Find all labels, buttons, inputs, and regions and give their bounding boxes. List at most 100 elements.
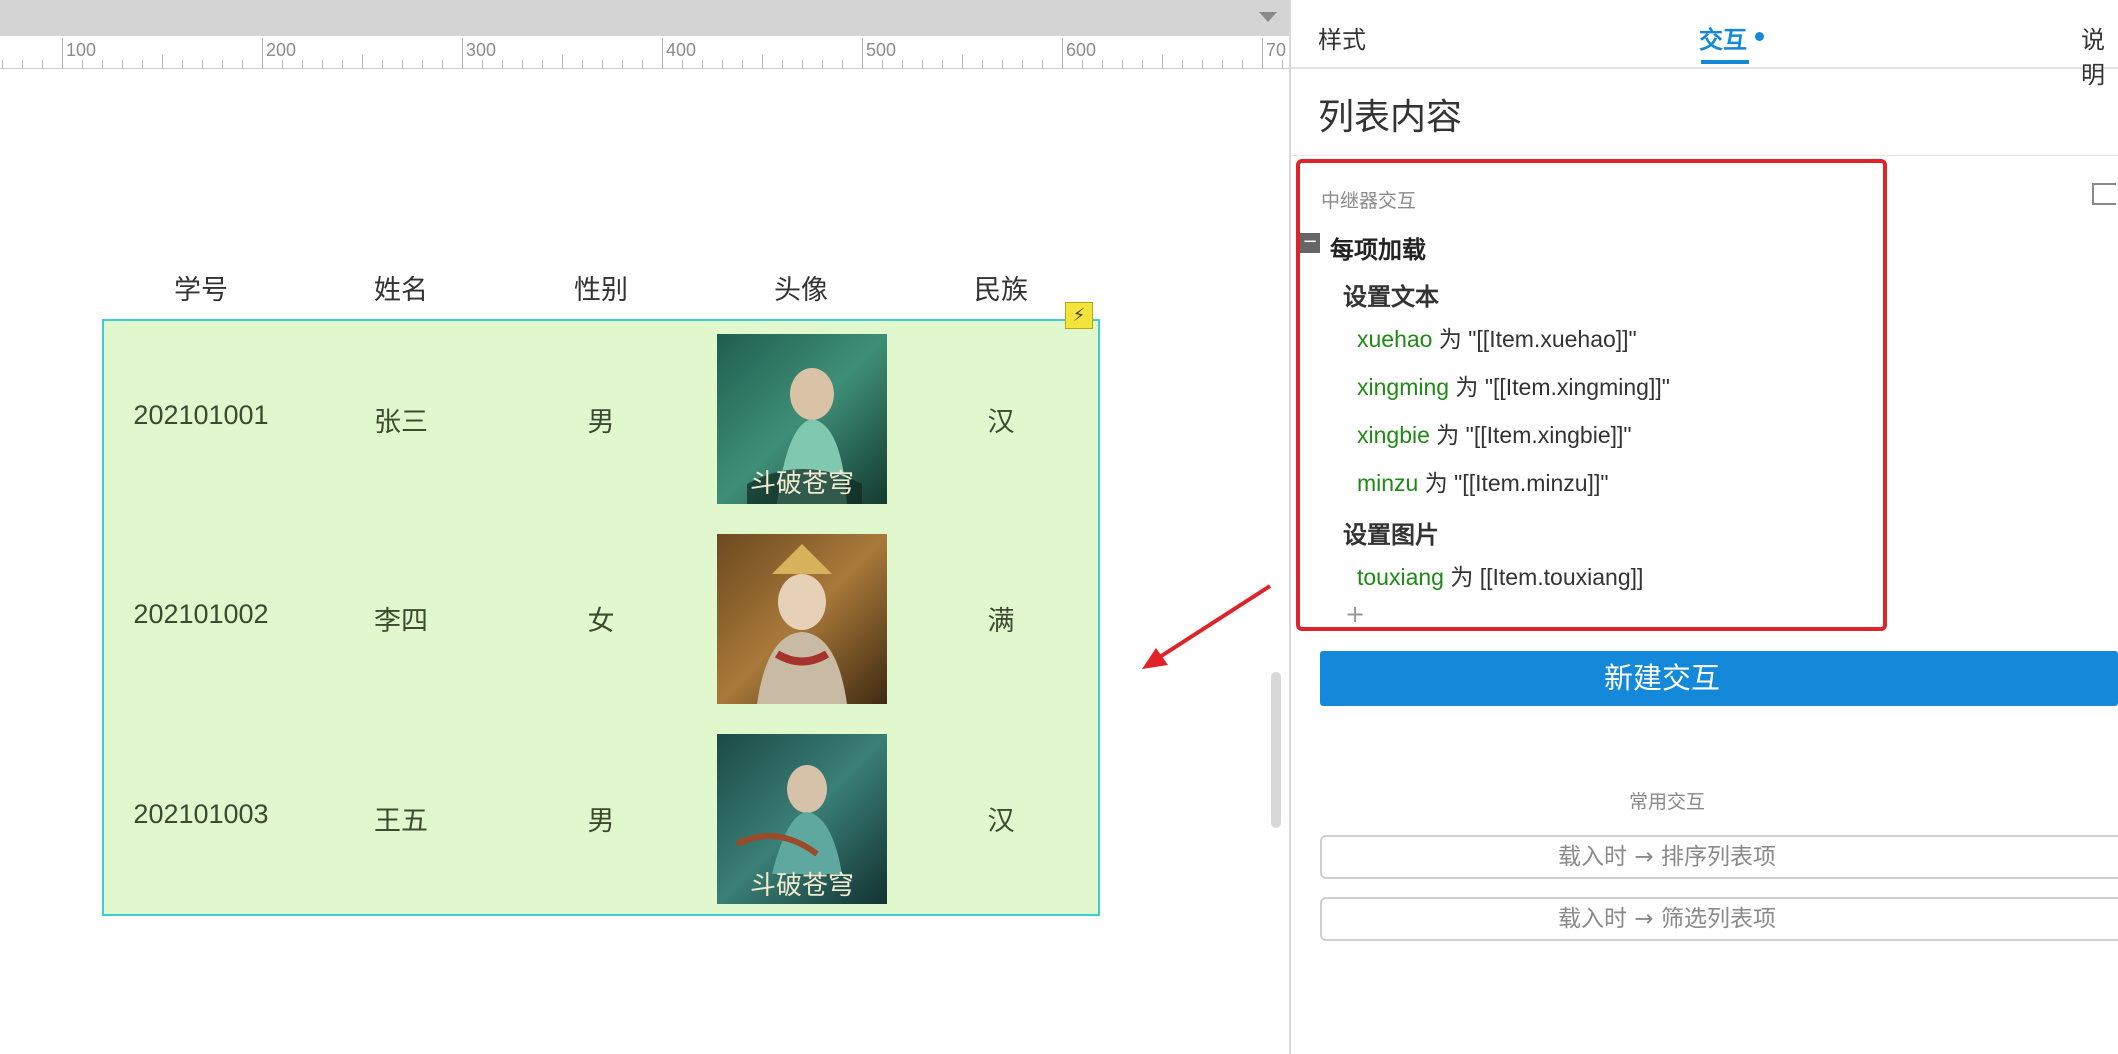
ruler-tick <box>282 60 283 68</box>
ruler-tick <box>642 60 643 68</box>
ruler-tick <box>422 60 423 68</box>
ruler-tick <box>462 38 463 68</box>
canvas-top-bar <box>0 0 1289 36</box>
horizontal-ruler: 100 200 300 400 500 600 70 <box>0 36 1289 69</box>
ruler-tick <box>142 60 143 68</box>
panel-title: 列表内容 <box>1318 97 1463 138</box>
ruler-tick <box>2 60 3 68</box>
ruler-tick <box>922 60 923 68</box>
ruler-tick <box>382 60 383 68</box>
ruler-tick <box>1022 60 1023 68</box>
column-header-xingming: 姓名 <box>374 275 428 306</box>
expand-icon[interactable] <box>2092 183 2116 205</box>
chevron-down-icon[interactable] <box>1259 12 1277 22</box>
table-cell-xingbie: 女 <box>587 606 615 637</box>
ruler-tick <box>622 60 623 68</box>
ruler-tick <box>1182 60 1183 68</box>
ruler-tick <box>182 60 183 68</box>
ruler-tick <box>302 60 303 68</box>
new-interaction-button[interactable]: 新建交互 <box>1320 651 2118 706</box>
ruler-tick <box>202 60 203 68</box>
ruler-tick <box>902 60 903 68</box>
ruler-label: 600 <box>1066 40 1097 60</box>
ruler-tick <box>362 55 363 68</box>
ruler-tick <box>1202 60 1203 68</box>
ruler-tick <box>682 60 683 68</box>
ruler-tick <box>962 55 963 68</box>
ruler-tick <box>1242 60 1243 68</box>
tab-notes[interactable]: 说明 <box>2081 20 2118 90</box>
ruler-tick <box>522 60 523 68</box>
ruler-tick <box>1002 60 1003 68</box>
ruler-tick <box>1062 38 1063 68</box>
avatar-image-1: 斗破苍穹 <box>717 334 887 504</box>
table-cell-xingming: 张三 <box>374 407 428 438</box>
modified-dot-icon <box>1755 32 1764 41</box>
ruler-tick <box>502 60 503 68</box>
tab-interaction[interactable]: 交互 <box>1699 20 1747 55</box>
table-cell-xingbie: 男 <box>587 806 615 837</box>
ruler-tick <box>82 60 83 68</box>
avatar-image-3: 斗破苍穹 <box>717 734 887 904</box>
ruler-tick <box>122 60 123 68</box>
ruler-tick <box>1222 60 1223 68</box>
ruler-tick <box>442 60 443 68</box>
sort-items-button[interactable]: 载入时 → 排序列表项 <box>1320 835 2118 879</box>
ruler-label: 100 <box>66 40 97 60</box>
tab-style[interactable]: 样式 <box>1318 20 1366 55</box>
ruler-tick <box>982 60 983 68</box>
ruler-tick <box>62 38 63 68</box>
ruler-tick <box>1282 60 1283 68</box>
ruler-tick <box>942 60 943 68</box>
filter-items-button[interactable]: 载入时 → 筛选列表项 <box>1320 897 2118 941</box>
annotation-arrow <box>1142 584 1272 669</box>
ruler-tick <box>562 55 563 68</box>
divider <box>1291 155 2118 156</box>
ruler-tick <box>722 60 723 68</box>
active-tab-indicator <box>1701 60 1749 64</box>
table-cell-minzu: 汉 <box>987 806 1015 837</box>
canvas-area[interactable]: 100 200 300 400 500 600 70 学号 姓名 性别 头像 民族 ⚡ 20… <box>0 0 1289 1054</box>
ruler-tick <box>542 60 543 68</box>
lightning-icon[interactable]: ⚡ <box>1065 302 1093 329</box>
ruler-tick <box>782 60 783 68</box>
ruler-label: 300 <box>466 40 497 60</box>
table-cell-minzu: 满 <box>987 606 1015 637</box>
ruler-tick <box>222 60 223 68</box>
ruler-tick <box>1082 60 1083 68</box>
avatar-image-2 <box>717 534 887 704</box>
ruler-label: 70 <box>1266 40 1287 60</box>
ruler-tick <box>862 38 863 68</box>
ruler-tick <box>802 60 803 68</box>
svg-text:斗破苍穹: 斗破苍穹 <box>750 871 854 901</box>
ruler-tick <box>582 60 583 68</box>
column-header-xuehao: 学号 <box>174 275 228 306</box>
table-cell-xingming: 王五 <box>374 806 428 837</box>
ruler-label: 200 <box>266 40 297 60</box>
ruler-tick <box>702 60 703 68</box>
ruler-tick <box>162 55 163 68</box>
ruler-tick <box>1162 55 1163 68</box>
table-cell-xingbie: 男 <box>587 407 615 438</box>
ruler-tick <box>762 55 763 68</box>
ruler-tick <box>1142 60 1143 68</box>
table-cell-xuehao: 202101003 <box>133 799 269 829</box>
ruler-tick <box>42 60 43 68</box>
ruler-tick <box>262 38 263 68</box>
ruler-tick <box>102 60 103 68</box>
ruler-tick <box>822 60 823 68</box>
canvas-scrollbar[interactable] <box>1271 672 1281 828</box>
ruler-tick <box>662 38 663 68</box>
ruler-tick <box>742 60 743 68</box>
ruler-label: 400 <box>666 40 697 60</box>
common-interactions-label: 常用交互 <box>1628 791 1705 813</box>
ruler-tick <box>242 60 243 68</box>
ruler-tick <box>1042 60 1043 68</box>
table-cell-xingming: 李四 <box>374 606 428 637</box>
ruler-tick <box>842 60 843 68</box>
highlight-box <box>1296 159 1887 631</box>
ruler-tick <box>22 60 23 68</box>
ruler-tick <box>342 60 343 68</box>
column-header-touxiang: 头像 <box>774 275 828 306</box>
svg-text:斗破苍穹: 斗破苍穹 <box>750 469 854 499</box>
